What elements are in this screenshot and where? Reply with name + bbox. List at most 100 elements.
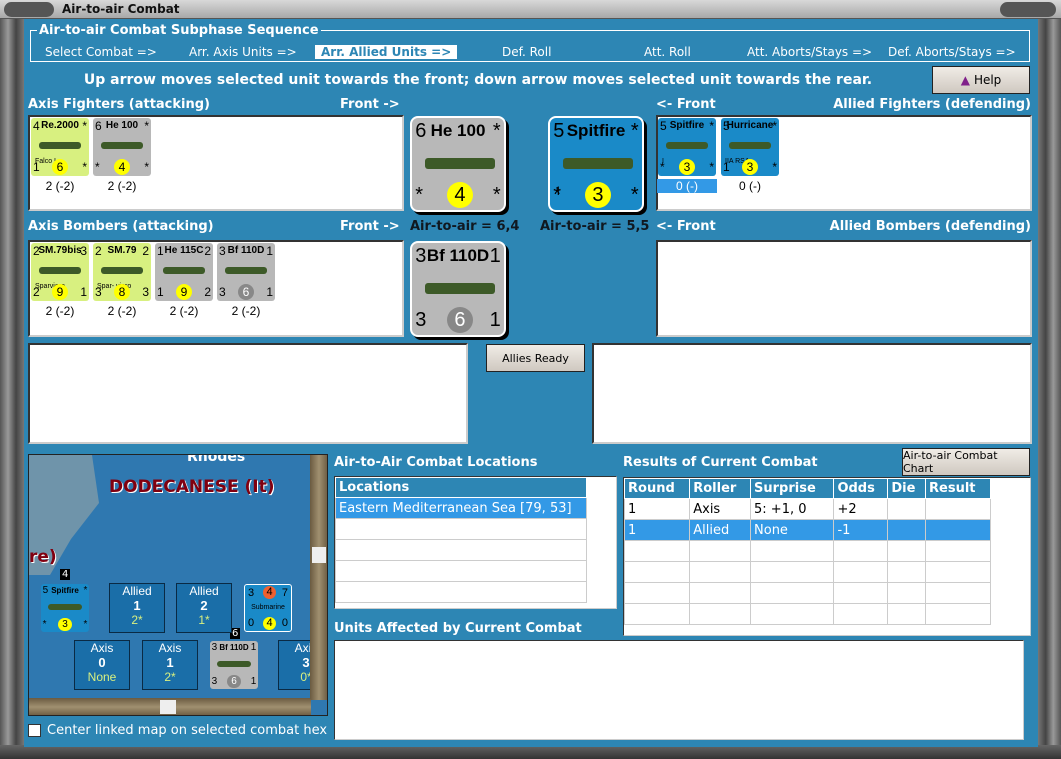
allied-fighters-label: Allied Fighters (defending) xyxy=(833,97,1031,112)
help-label: Help xyxy=(973,73,1002,87)
unit-counter[interactable]: 6 * He 100 * * 4 xyxy=(410,116,506,212)
counter-bl: 3 xyxy=(415,308,427,331)
results-label: Results of Current Combat xyxy=(623,455,818,470)
results-table[interactable]: Round Roller Surprise Odds Die Result 1 Axis 5: … xyxy=(623,477,1031,636)
results-row[interactable]: 1 Axis 5: +1, 0 +2 xyxy=(623,498,991,520)
counter-br: * xyxy=(709,160,714,174)
results-cell xyxy=(689,561,752,583)
counter-center: 6 xyxy=(52,159,68,175)
counter-bl: * xyxy=(95,160,100,174)
counter-value: 2 (-2) xyxy=(45,179,75,193)
counter-name: SM.79bis xyxy=(38,245,82,256)
results-cell xyxy=(887,561,927,583)
allied-bombers-label: Allied Bombers (defending) xyxy=(829,219,1031,234)
unit-counter[interactable]: 5 * Spitfire I * * 3 xyxy=(658,118,716,176)
submarine-counter[interactable]: 347 Submarine 040 xyxy=(244,584,292,632)
map-tile-allied[interactable]: Allied 1 2* xyxy=(109,583,165,633)
axis-reserve-list[interactable] xyxy=(28,343,468,444)
window-close-icon[interactable] xyxy=(1000,2,1056,17)
locations-list[interactable]: Locations Eastern Mediterranean Sea [79,… xyxy=(334,476,617,609)
results-row[interactable]: 1 Allied None -1 xyxy=(623,519,991,541)
results-cell: -1 xyxy=(833,519,889,541)
allied-reserve-list[interactable] xyxy=(592,343,1032,444)
results-cell xyxy=(750,540,835,562)
help-book-icon: ▲ xyxy=(960,73,970,87)
results-cell xyxy=(925,519,991,541)
axis-fighters-front: Front -> xyxy=(340,97,400,112)
map-tile-axis[interactable]: Axis 1 2* xyxy=(142,640,198,690)
unit-counter[interactable]: 4 * Re.2000 Falco I 1 * 6 xyxy=(31,118,89,176)
counter-name: Spitfire xyxy=(669,120,705,131)
counter-value: 2 (-2) xyxy=(107,304,137,318)
results-row[interactable] xyxy=(623,561,991,583)
units-affected-list[interactable] xyxy=(334,640,1024,740)
unit-counter[interactable]: 1 2 He 115C 1 2 9 xyxy=(155,243,213,301)
allies-ready-button[interactable]: Allies Ready xyxy=(486,344,585,372)
map-label-dodecanese: DODECANESE (It) xyxy=(109,477,275,497)
unit-counter[interactable]: 2 3 SM.79bis Sparviero 2 1 9 xyxy=(31,243,89,301)
location-row[interactable]: Eastern Mediterranean Sea [79, 53] xyxy=(335,497,587,519)
center-map-checkbox-row[interactable]: Center linked map on selected combat hex xyxy=(28,723,327,738)
allied-bombers-list[interactable] xyxy=(656,240,1032,337)
step-def-aborts: Def. Aborts/Stays => xyxy=(888,45,1016,59)
axis-air-to-air: Air-to-air = 6,4 xyxy=(410,219,520,234)
column-header: Surprise xyxy=(750,478,835,499)
unit-counter[interactable]: 3 1 Bf 110D 3 1 6 xyxy=(217,243,275,301)
linked-map[interactable]: Rhodes DODECANESE (It) re) 4 6 Allied 1 2*… xyxy=(28,454,328,716)
unit-counter[interactable]: 6 * He 100 * * 4 xyxy=(93,118,151,176)
map-tile-allied[interactable]: Allied 2 1* xyxy=(176,583,232,633)
window-menu-icon[interactable] xyxy=(4,2,54,17)
axis-fighters-label: Axis Fighters (attacking) xyxy=(28,97,210,112)
results-cell: 1 xyxy=(623,498,691,520)
unit-counter[interactable]: 5 * Hurricane IIA RSA 1 * 3 xyxy=(721,118,779,176)
results-row[interactable] xyxy=(623,540,991,562)
axis-bombers-label: Axis Bombers (attacking) xyxy=(28,219,214,234)
counter-name: He 100 xyxy=(430,121,486,141)
counter-br: * xyxy=(82,160,87,174)
counter-name: He 100 xyxy=(105,120,139,131)
combat-chart-button[interactable]: Air-to-air Combat Chart xyxy=(902,448,1030,476)
results-row[interactable] xyxy=(623,582,991,604)
counter-name: He 115C xyxy=(164,245,204,256)
unit-counter[interactable]: 2 2 SM.79 Spar- viero 3 3 8 xyxy=(93,243,151,301)
counter-bl: 3 xyxy=(219,285,226,299)
scroll-thumb[interactable] xyxy=(160,700,176,714)
scroll-thumb[interactable] xyxy=(312,547,326,563)
counter-value: 2 (-2) xyxy=(107,179,137,193)
results-cell xyxy=(623,561,691,583)
aircraft-icon xyxy=(225,267,267,274)
help-button[interactable]: ▲ Help xyxy=(932,66,1030,94)
window-frame-left xyxy=(0,19,24,759)
unit-counter[interactable]: 5 * Spitfire * * 3 xyxy=(41,584,89,632)
map-tile-axis[interactable]: Axis 0 None xyxy=(74,640,130,690)
counter-bl: * xyxy=(660,160,665,174)
counter-value: 0 (-) xyxy=(657,179,717,193)
results-cell xyxy=(833,582,889,604)
step-def-roll: Def. Roll xyxy=(502,45,552,59)
units-affected-label: Units Affected by Current Combat xyxy=(334,621,582,636)
counter-br: 1 xyxy=(266,285,273,299)
counter-bl: 2 xyxy=(33,285,40,299)
counter-name: Bf 110D xyxy=(426,246,490,266)
map-label-fragment: re) xyxy=(29,547,57,567)
step-att-roll: Att. Roll xyxy=(644,45,691,59)
results-cell: None xyxy=(750,519,835,541)
counter-value: 2 (-2) xyxy=(45,304,75,318)
horizontal-scrollbar[interactable] xyxy=(29,698,311,715)
counter-center: 3 xyxy=(58,617,72,632)
results-cell xyxy=(887,498,927,520)
counter-bl: 1 xyxy=(157,285,164,299)
unit-counter[interactable]: 5 * Spitfire I * * 3 xyxy=(548,116,644,212)
unit-counter[interactable]: 3 1 Bf 110D 3 1 6 xyxy=(210,641,258,689)
results-cell xyxy=(623,603,691,625)
results-row[interactable] xyxy=(623,603,991,625)
unit-counter[interactable]: 3 1 Bf 110D 3 1 6 xyxy=(410,241,506,337)
vertical-scrollbar[interactable] xyxy=(310,455,327,700)
center-map-checkbox[interactable] xyxy=(28,724,41,737)
subphase-caption: Air-to-air Combat Subphase Sequence xyxy=(37,23,321,38)
results-cell xyxy=(925,561,991,583)
counter-br: 1 xyxy=(489,308,501,331)
counter-center: 3 xyxy=(584,181,612,209)
results-cell: 1 xyxy=(623,519,691,541)
aircraft-icon xyxy=(101,142,143,149)
